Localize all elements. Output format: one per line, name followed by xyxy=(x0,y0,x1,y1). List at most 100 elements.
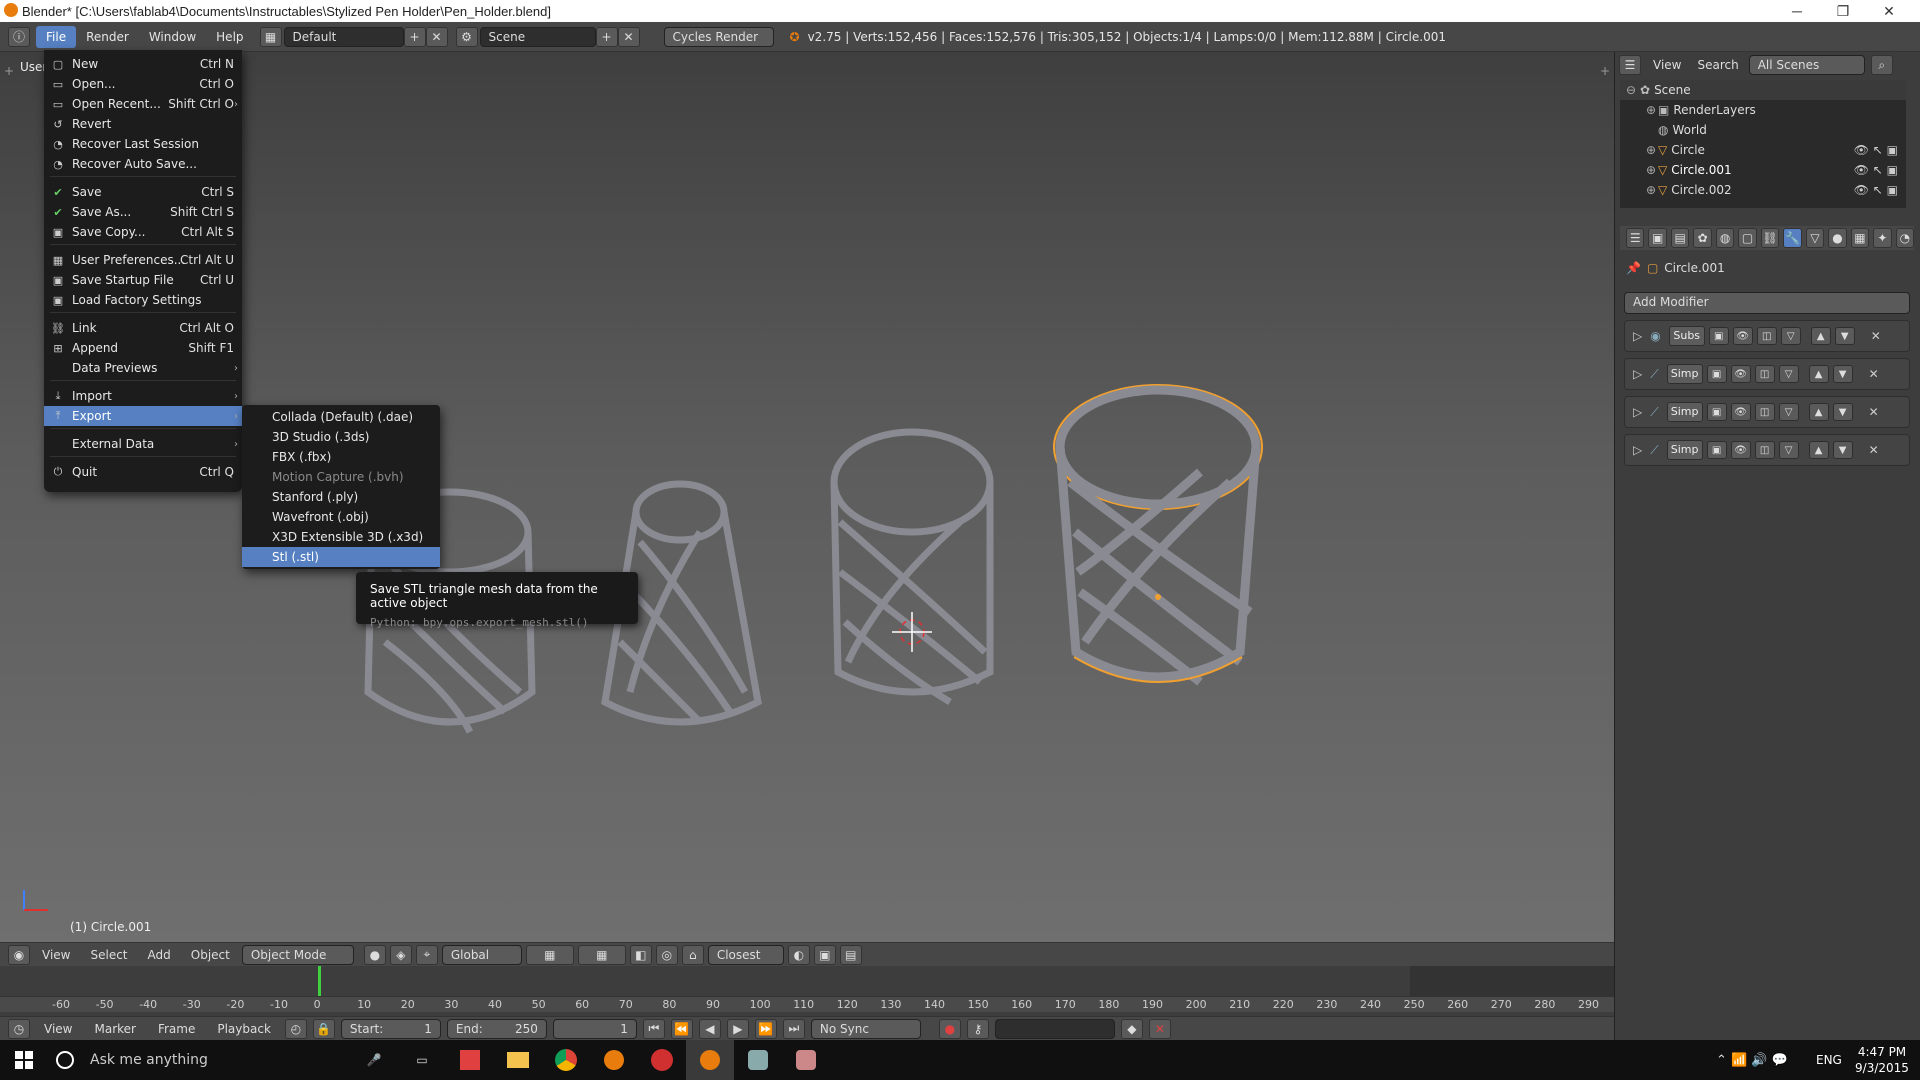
add-scene-icon[interactable]: + xyxy=(595,26,618,47)
blender-taskbar-icon[interactable] xyxy=(590,1040,638,1080)
object-tab-icon[interactable]: ▢ xyxy=(1738,228,1757,248)
outliner-filter-select[interactable]: All Scenes xyxy=(1748,55,1865,75)
window-menu-button[interactable]: Window xyxy=(139,26,206,48)
lock-layers-icon[interactable]: ◧ xyxy=(629,944,652,965)
add-menu[interactable]: Add xyxy=(140,948,179,962)
file-menu-item[interactable]: ⛓ Link Ctrl Alt O xyxy=(44,318,242,338)
file-menu-item[interactable]: ↺ Revert xyxy=(44,114,242,134)
microphone-icon[interactable]: 🎤 xyxy=(350,1040,398,1080)
pin-icon[interactable]: 📌 xyxy=(1626,261,1641,275)
modifier-subsurf[interactable]: ▷ ◉ Subs ▣ 👁 ◫ ▽ ▲ ▼ ✕ xyxy=(1624,320,1910,352)
render-menu-button[interactable]: Render xyxy=(76,26,139,48)
pivot-icon[interactable]: ◈ xyxy=(389,944,412,965)
taskbar-search[interactable]: Ask me anything xyxy=(90,1052,350,1068)
visibility-icons[interactable]: 👁 ↖ ▣ xyxy=(1854,163,1898,177)
playback-menu[interactable]: Playback xyxy=(209,1022,279,1036)
marker-menu[interactable]: Marker xyxy=(86,1022,143,1036)
outliner-row-world[interactable]: ◍ World xyxy=(1620,120,1906,140)
layers-tab-icon[interactable]: ▤ xyxy=(1670,228,1690,248)
render-anim-icon[interactable]: ▤ xyxy=(839,944,862,965)
remove-layout-icon[interactable]: ✕ xyxy=(425,26,448,47)
snap-select[interactable]: Closest xyxy=(707,944,784,965)
clock[interactable]: 4:47 PM 9/3/2015 xyxy=(1852,1044,1912,1076)
mode-select[interactable]: Object Mode xyxy=(241,944,354,965)
file-menu-item[interactable]: ▭ Open... Ctrl O xyxy=(44,74,242,94)
physics-tab-icon[interactable]: ◔ xyxy=(1895,228,1915,248)
cage-toggle-icon[interactable]: ▽ xyxy=(1778,441,1799,459)
scene-field[interactable]: Scene xyxy=(479,26,596,47)
particles-tab-icon[interactable]: ✦ xyxy=(1873,228,1892,248)
tl-view-menu[interactable]: View xyxy=(36,1022,80,1036)
outliner-row-circle[interactable]: ⊕ ▽ Circle 👁 ↖ ▣ xyxy=(1620,140,1906,160)
cage-toggle-icon[interactable]: ▽ xyxy=(1778,365,1799,383)
proportional-icon[interactable]: ◎ xyxy=(655,944,678,965)
move-down-icon[interactable]: ▼ xyxy=(1832,441,1853,459)
keying-set-icon[interactable]: ⚷ xyxy=(966,1018,989,1039)
file-menu-item[interactable]: ▣ Load Factory Settings xyxy=(44,290,242,310)
file-menu-item[interactable]: ⤓ Import › xyxy=(44,386,242,406)
file-menu-item[interactable]: ⊞ Append Shift F1 xyxy=(44,338,242,358)
end-frame-field[interactable]: End: 250 xyxy=(446,1018,547,1039)
collapse-icon[interactable]: ⊖ xyxy=(1626,83,1640,97)
export-format-item[interactable]: Stl (.stl) xyxy=(242,547,440,567)
chrome-icon[interactable] xyxy=(542,1040,590,1080)
jump-start-icon[interactable]: ⏮ xyxy=(642,1018,665,1039)
prev-key-icon[interactable]: ⏪ xyxy=(670,1018,693,1039)
expand-arrow-icon[interactable]: ▷ xyxy=(1633,443,1642,457)
close-button[interactable]: ✕ xyxy=(1866,0,1912,22)
view-menu[interactable]: View xyxy=(34,948,78,962)
world-tab-icon[interactable]: ◍ xyxy=(1715,228,1735,248)
lock-icon[interactable]: 🔒 xyxy=(312,1018,335,1039)
add-modifier-button[interactable]: Add Modifier xyxy=(1624,292,1910,314)
expand-arrow-icon[interactable]: ▷ xyxy=(1633,367,1642,381)
render-toggle-icon[interactable]: ▣ xyxy=(1706,441,1727,459)
file-menu-item[interactable]: ▭ Open Recent... Shift Ctrl O › xyxy=(44,94,242,114)
outliner-view-menu[interactable]: View xyxy=(1647,58,1687,72)
export-format-item[interactable]: FBX (.fbx) xyxy=(242,447,440,467)
help-menu-button[interactable]: Help xyxy=(206,26,253,48)
file-menu-button[interactable]: File xyxy=(36,25,77,48)
render-tab-icon[interactable]: ▣ xyxy=(1648,228,1667,248)
file-menu-item[interactable]: ▣ Save Copy... Ctrl Alt S xyxy=(44,222,242,242)
cage-toggle-icon[interactable]: ▽ xyxy=(1780,327,1801,345)
modifier-name[interactable]: Subs xyxy=(1668,326,1705,346)
remove-modifier-icon[interactable]: ✕ xyxy=(1869,405,1879,419)
move-up-icon[interactable]: ▲ xyxy=(1808,403,1829,421)
toolshelf-toggle-icon[interactable]: + xyxy=(4,64,14,78)
layers-icon[interactable]: ▦ xyxy=(525,944,574,965)
insert-key-icon[interactable]: ◆ xyxy=(1120,1018,1143,1039)
cortana-icon[interactable] xyxy=(56,1051,74,1069)
add-layout-icon[interactable]: + xyxy=(403,26,426,47)
current-frame-field[interactable]: 1 xyxy=(552,1018,637,1039)
file-menu-item[interactable]: Data Previews › xyxy=(44,358,242,378)
file-menu-item[interactable]: ▣ Save Startup File Ctrl U xyxy=(44,270,242,290)
render-toggle-icon[interactable]: ▣ xyxy=(1706,365,1727,383)
record-icon[interactable]: ● xyxy=(938,1018,961,1039)
move-down-icon[interactable]: ▼ xyxy=(1832,403,1853,421)
texture-tab-icon[interactable]: ▦ xyxy=(1850,228,1870,248)
maximize-button[interactable]: ❐ xyxy=(1820,0,1866,22)
render-icon[interactable]: ▣ xyxy=(813,944,836,965)
snap-icon[interactable]: ⌂ xyxy=(681,944,704,965)
outliner-row-scene[interactable]: ⊖ ✿ Scene xyxy=(1620,80,1906,100)
modifier-name[interactable]: Simp xyxy=(1666,364,1703,384)
remove-modifier-icon[interactable]: ✕ xyxy=(1869,367,1879,381)
outliner-tree[interactable]: ⊖ ✿ Scene ⊕ ▣ RenderLayers ◍ World ⊕ ▽ Circle 👁 … xyxy=(1620,80,1906,208)
editmode-toggle-icon[interactable]: ◫ xyxy=(1754,365,1775,383)
file-menu-item[interactable]: ◔ Recover Auto Save... xyxy=(44,154,242,174)
viewport-editor-icon[interactable]: ◉ xyxy=(8,944,30,965)
constraints-tab-icon[interactable]: ⛓ xyxy=(1760,228,1780,248)
render-toggle-icon[interactable]: ▣ xyxy=(1706,403,1727,421)
timeline-editor-icon[interactable]: ◷ xyxy=(8,1018,30,1039)
outliner-search-icon[interactable]: ⌕ xyxy=(1870,55,1893,75)
export-format-item[interactable]: Wavefront (.obj) xyxy=(242,507,440,527)
render-toggle-icon[interactable]: ▣ xyxy=(1708,327,1729,345)
viewport-toggle-icon[interactable]: 👁 xyxy=(1730,365,1751,383)
frame-menu[interactable]: Frame xyxy=(150,1022,203,1036)
object-menu[interactable]: Object xyxy=(183,948,238,962)
snap-align-icon[interactable]: ◐ xyxy=(787,944,810,965)
manipulator-icon[interactable]: ⌖ xyxy=(415,944,438,965)
makerbot-icon[interactable] xyxy=(638,1040,686,1080)
store-icon[interactable] xyxy=(446,1040,494,1080)
properties-editor-icon[interactable]: ☰ xyxy=(1626,228,1645,248)
